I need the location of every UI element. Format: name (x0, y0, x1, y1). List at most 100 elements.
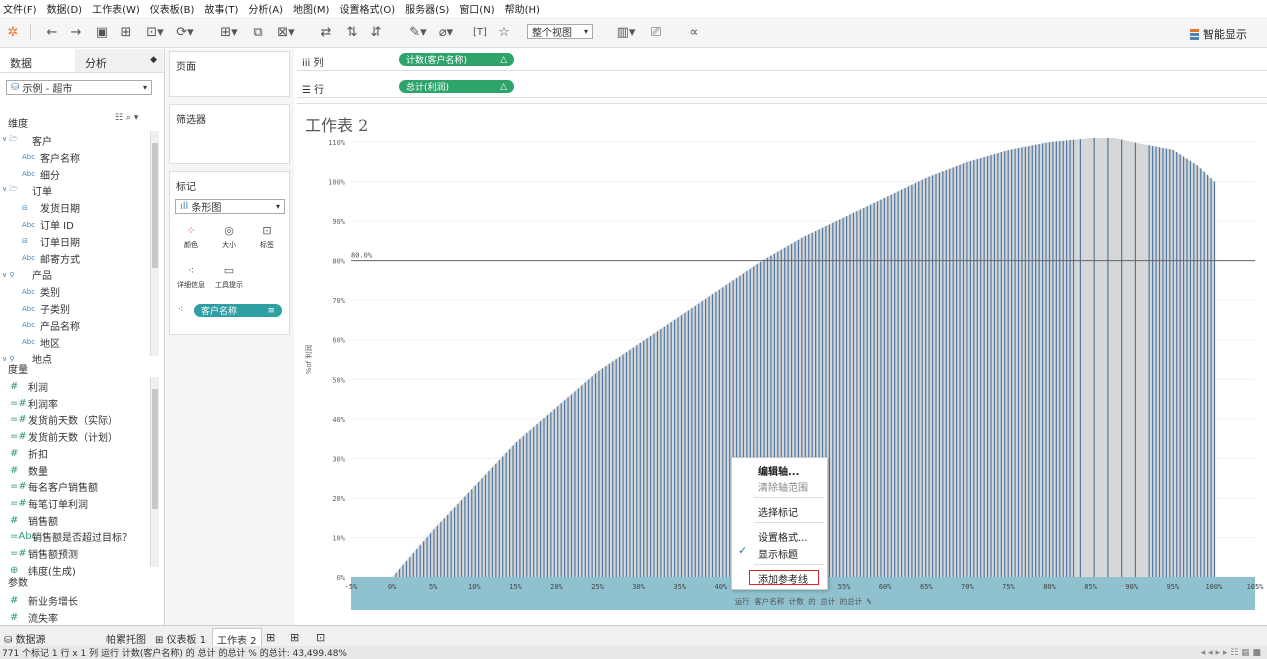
field-item[interactable]: Abc 客户名称 (22, 150, 80, 165)
field-item[interactable]: =# 利润率 (10, 396, 58, 411)
field-item[interactable]: Abc 产品名称 (22, 318, 80, 333)
refresh-icon[interactable]: ⟳▾ (174, 23, 196, 41)
field-label: 细分 (40, 170, 60, 182)
bar (718, 289, 720, 577)
field-item[interactable]: # 数量 (10, 463, 48, 478)
filters-card[interactable]: 筛选器 (169, 104, 290, 164)
field-item[interactable]: ⊟ 订单日期 (22, 234, 80, 249)
bar (677, 317, 679, 577)
labels-icon[interactable]: [T] (472, 23, 488, 41)
field-item[interactable]: =# 发货前天数（实际） (10, 412, 118, 427)
field-item[interactable]: Abc 订单 ID (22, 217, 74, 233)
columns-shelf[interactable]: iii 列 计数(客户名称) △ (297, 50, 1267, 71)
field-item[interactable]: # 利润 (10, 379, 48, 394)
bar (1165, 148, 1167, 577)
tab-analysis[interactable]: 分析 ◆ (75, 49, 163, 72)
pause-icon[interactable]: ⊡▾ (144, 23, 166, 41)
menu-item[interactable]: 数据(D) (47, 1, 83, 16)
pin-icon[interactable]: ☆ (496, 23, 512, 41)
field-item[interactable]: =# 每笔订单利润 (10, 496, 88, 511)
measures-scrollbar[interactable] (150, 377, 159, 567)
columns-pill[interactable]: 计数(客户名称) △ (399, 53, 514, 66)
field-item[interactable]: Abc 类别 (22, 284, 60, 300)
presentation-icon[interactable]: ⎚ (648, 23, 664, 41)
rows-shelf[interactable]: ☰ 行 总计(利润) △ (297, 77, 1267, 98)
field-item[interactable]: Abc 地区 (22, 335, 60, 350)
menu-item[interactable]: 故事(T) (204, 1, 238, 16)
view-toggle-icon[interactable]: ☷ ⌕ ▾ (115, 113, 138, 123)
menu-item[interactable]: 仪表板(B) (150, 1, 195, 16)
sort-asc-icon[interactable]: ⇅ (344, 23, 360, 41)
group-icon[interactable]: ⌀▾ (436, 23, 456, 41)
menu-item[interactable]: 文件(F) (3, 1, 37, 16)
menu-item[interactable]: 设置格式(O) (339, 1, 395, 16)
nav-controls-icon[interactable]: ◂ ◂ ▸ ▸ ☷ ▦ ■ (1201, 648, 1261, 658)
menu-clear-range[interactable]: 清除轴范围 (758, 479, 808, 494)
clear-sheet-icon[interactable]: ⊠▾ (274, 23, 298, 41)
field-item[interactable]: # 流失率 (10, 610, 58, 625)
toolbar: ✲ ← → ▣ ⊞ ⊡▾ ⟳▾ ⊞▾ ⧉ ⊠▾ ⇄ ⇅ ⇵ ✎▾ ⌀▾ [T] … (0, 17, 1267, 48)
tab-data[interactable]: 数据 (0, 49, 75, 72)
bar (900, 189, 903, 577)
smart-display-button[interactable]: 智能显示 (1190, 26, 1247, 42)
new-sheet-icon[interactable]: ⊞▾ (216, 23, 242, 41)
field-item[interactable]: # 新业务增长 (10, 593, 78, 608)
field-item[interactable]: ⊟ 发货日期 (22, 200, 80, 216)
menu-edit-axis[interactable]: 编辑轴... (758, 463, 799, 478)
show-cards-icon[interactable]: ▥▾ (612, 23, 640, 41)
menu-item[interactable]: 工作表(W) (92, 1, 140, 16)
bar (980, 158, 982, 577)
tab-datasource[interactable]: ⛁ 数据源 (4, 631, 46, 646)
menu-select-marks[interactable]: 选择标记 (758, 504, 798, 519)
new-dashboard-icon[interactable]: ⊞ (290, 631, 299, 644)
bar (419, 545, 421, 577)
field-item[interactable]: =# 每名客户销售额 (10, 479, 98, 494)
label-button[interactable]: ⊡ 标签 (250, 224, 284, 250)
field-item[interactable]: =# 发货前天数（计划） (10, 429, 118, 444)
detail-pill[interactable]: 客户名称 ≡ (194, 304, 282, 317)
tooltip-button[interactable]: ▭ 工具提示 (212, 264, 246, 290)
save-icon[interactable]: ▣ (94, 23, 110, 41)
tableau-logo-icon[interactable]: ✲ (6, 23, 20, 41)
field-item[interactable]: Abc 细分 (22, 167, 60, 182)
menu-item[interactable]: 窗口(N) (459, 1, 494, 16)
highlight-icon[interactable]: ✎▾ (408, 23, 428, 41)
dimensions-scrollbar[interactable] (150, 131, 159, 356)
field-item[interactable]: ∨ 🗁 订单 (2, 183, 52, 198)
menu-show-title[interactable]: 显示标题 (758, 546, 798, 561)
tab-analysis-menu-icon[interactable]: ◆ (150, 55, 157, 65)
new-sheet-icon[interactable]: ⊞ (266, 631, 275, 644)
color-button[interactable]: ⁘ 颜色 (174, 224, 208, 250)
field-item[interactable]: # 销售额 (10, 513, 58, 528)
view-size-select[interactable]: 整个视图 ▾ (527, 24, 593, 39)
field-item[interactable]: =# 销售额预测 (10, 546, 78, 561)
menu-item[interactable]: 服务器(S) (405, 1, 449, 16)
menu-format[interactable]: 设置格式... (758, 529, 808, 544)
share-icon[interactable]: ∝ (686, 23, 702, 41)
menu-item[interactable]: 分析(A) (248, 1, 283, 16)
rows-pill[interactable]: 总计(利润) △ (399, 80, 514, 93)
swap-icon[interactable]: ⇄ (318, 23, 334, 41)
field-item[interactable]: Abc 邮寄方式 (22, 251, 80, 266)
new-datasource-icon[interactable]: ⊞ (118, 23, 134, 41)
field-item[interactable]: Abc 子类别 (22, 301, 70, 317)
new-story-icon[interactable]: ⊡ (316, 631, 325, 644)
field-item[interactable]: # 折扣 (10, 446, 48, 461)
field-item[interactable]: ∨ ⚲ 产品 (2, 267, 52, 283)
pages-card[interactable]: 页面 (169, 51, 290, 97)
datasource-selector[interactable]: ⛁ 示例 - 超市 ▾ (6, 80, 152, 95)
bar (674, 319, 676, 577)
mark-type-select[interactable]: ıll 条形图 ▾ (175, 199, 285, 214)
menu-item[interactable]: 帮助(H) (505, 1, 540, 16)
tab-pareto[interactable]: 帕累托图 (106, 631, 146, 646)
field-item[interactable]: ∨ 🗁 客户 (2, 133, 52, 148)
undo-icon[interactable]: ← (44, 23, 60, 41)
detail-button[interactable]: ⁖ 详细信息 (174, 264, 208, 290)
redo-icon[interactable]: → (68, 23, 84, 41)
sort-desc-icon[interactable]: ⇵ (368, 23, 384, 41)
field-item[interactable]: =Abc 销售额是否超过目标？ (10, 529, 132, 544)
tab-dashboard-1[interactable]: ⊞ 仪表板 1 (155, 631, 206, 646)
size-button[interactable]: ◎ 大小 (212, 224, 246, 250)
menu-item[interactable]: 地图(M) (293, 1, 329, 16)
duplicate-sheet-icon[interactable]: ⧉ (250, 23, 266, 41)
